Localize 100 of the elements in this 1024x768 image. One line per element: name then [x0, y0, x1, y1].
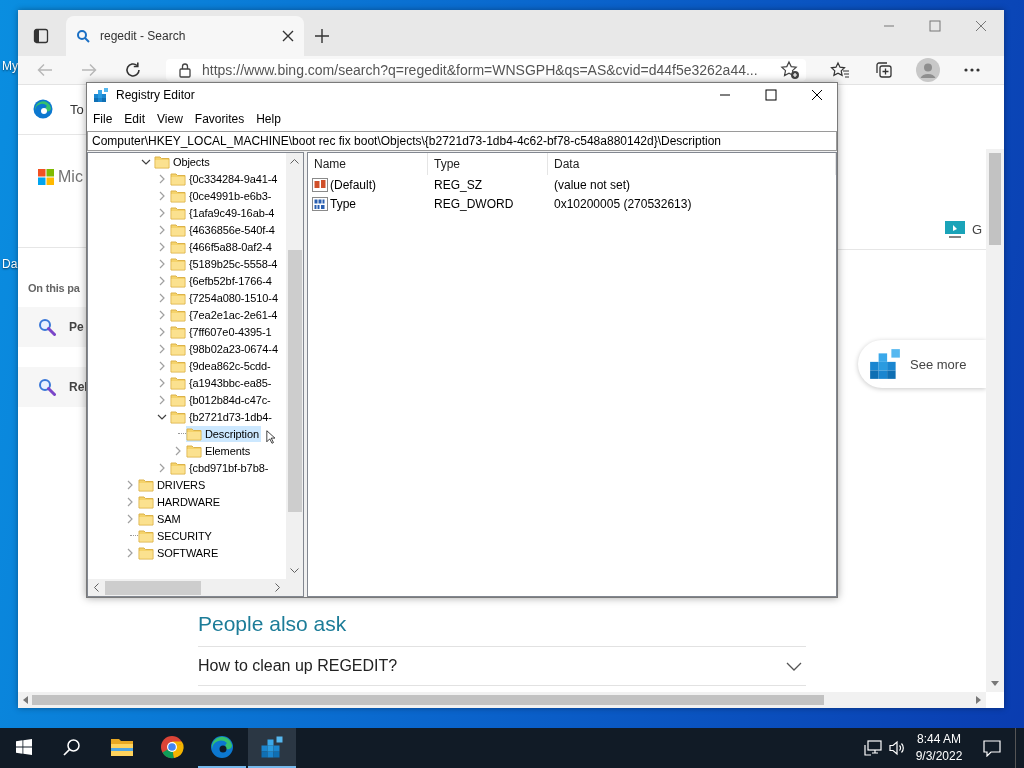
expand-chevron-icon[interactable] — [159, 224, 165, 235]
expand-chevron-icon[interactable] — [127, 496, 133, 507]
scrollbar-thumb[interactable] — [287, 250, 302, 512]
expand-chevron-icon[interactable] — [159, 258, 165, 269]
menu-item[interactable]: View — [151, 112, 189, 126]
collapse-chevron-icon[interactable] — [157, 413, 167, 420]
expand-chevron-icon[interactable] — [159, 292, 165, 303]
scroll-down-icon[interactable] — [290, 568, 299, 573]
back-arrow-icon[interactable] — [36, 61, 54, 79]
tree-item[interactable]: HARDWARE — [138, 493, 222, 510]
menu-item[interactable]: Favorites — [188, 112, 251, 126]
page-link-card[interactable]: Pe — [18, 307, 86, 347]
expand-chevron-icon[interactable] — [127, 547, 133, 558]
expand-chevron-icon[interactable] — [159, 190, 165, 201]
scroll-left-icon[interactable] — [94, 583, 99, 592]
question-item[interactable]: How to clean up REGEDIT? — [198, 646, 806, 686]
browser-tab[interactable]: regedit - Search — [66, 16, 304, 56]
network-icon[interactable] — [864, 740, 882, 756]
tree-item[interactable]: {7254a080-1510-4 — [170, 289, 280, 306]
horizontal-scrollbar[interactable] — [18, 692, 986, 708]
collections-icon[interactable] — [875, 61, 893, 79]
tree-item[interactable]: SAM — [138, 510, 183, 527]
tree-item[interactable]: SECURITY — [138, 527, 214, 544]
tree-item[interactable]: {4636856e-540f-4 — [170, 221, 277, 238]
scroll-right-icon[interactable] — [275, 583, 280, 592]
desktop-icon-label[interactable]: Da — [2, 257, 18, 271]
tree-item[interactable]: {7ea2e1ac-2e61-4 — [170, 306, 280, 323]
tree-item[interactable]: {1afa9c49-16ab-4 — [170, 204, 277, 221]
tree-item[interactable]: {9dea862c-5cdd- — [170, 357, 273, 374]
tree-item[interactable]: Description — [186, 425, 261, 442]
expand-chevron-icon[interactable] — [159, 360, 165, 371]
scroll-right-icon[interactable] — [976, 696, 981, 704]
close-icon[interactable] — [282, 30, 294, 42]
expand-chevron-icon[interactable] — [159, 241, 165, 252]
tree-item[interactable]: {6efb52bf-1766-4 — [170, 272, 274, 289]
menu-item[interactable]: File — [87, 112, 119, 126]
tree-item[interactable]: {98b02a23-0674-4 — [170, 340, 280, 357]
tree-item[interactable]: {7ff607e0-4395-1 — [170, 323, 274, 340]
tree-item[interactable]: Elements — [186, 442, 253, 459]
column-header[interactable]: Name — [308, 153, 428, 175]
menu-item[interactable]: Edit — [118, 112, 152, 126]
expand-chevron-icon[interactable] — [159, 377, 165, 388]
tree-item[interactable]: DRIVERS — [138, 476, 208, 493]
expand-chevron-icon[interactable] — [159, 275, 165, 286]
browser-logo-icon[interactable] — [33, 99, 53, 119]
column-header[interactable]: Data — [548, 153, 836, 175]
expand-chevron-icon[interactable] — [159, 343, 165, 354]
menu-item[interactable]: Help — [250, 112, 287, 126]
value-name[interactable]: Type — [308, 195, 428, 212]
scroll-up-icon[interactable] — [290, 159, 299, 164]
tree-item[interactable]: {0c334284-9a41-4 — [170, 170, 280, 187]
forward-arrow-icon[interactable] — [80, 61, 98, 79]
vertical-scrollbar[interactable] — [286, 153, 303, 579]
windows-start-icon[interactable] — [16, 739, 32, 755]
maximize-icon[interactable] — [765, 89, 777, 101]
scroll-left-icon[interactable] — [23, 696, 28, 704]
column-header[interactable]: Type — [428, 153, 548, 175]
tree-item[interactable]: Objects — [154, 153, 212, 170]
scrollbar-thumb[interactable] — [989, 153, 1001, 245]
close-icon[interactable] — [811, 89, 823, 101]
new-tab-icon[interactable] — [314, 28, 330, 44]
search-icon[interactable] — [63, 738, 81, 756]
tree-item[interactable]: {0ce4991b-e6b3- — [170, 187, 274, 204]
desktop-icon-label[interactable]: My — [2, 59, 18, 73]
star-add-icon[interactable] — [780, 60, 800, 80]
scrollbar-thumb[interactable] — [105, 580, 201, 595]
expand-chevron-icon[interactable] — [159, 326, 165, 337]
tree-item[interactable]: {b012b84d-c47c- — [170, 391, 273, 408]
address-field[interactable]: Computer\HKEY_LOCAL_MACHINE\boot rec fix boot\Objects\{b2721d73-1db4-4c62-bf78-c548a880142d}\Description — [87, 131, 837, 151]
tree-item[interactable]: SOFTWARE — [138, 544, 221, 561]
volume-icon[interactable] — [888, 740, 906, 756]
more-icon[interactable] — [964, 68, 980, 72]
avatar-icon[interactable] — [916, 58, 940, 82]
see-more-button[interactable]: See more — [858, 340, 986, 388]
tree-item[interactable]: {a1943bbc-ea85- — [170, 374, 274, 391]
tree-item[interactable]: {5189b25c-5558-4 — [170, 255, 280, 272]
expand-chevron-icon[interactable] — [127, 513, 133, 524]
tree-item[interactable]: {b2721d73-1db4- — [170, 408, 274, 425]
notification-icon[interactable] — [983, 739, 1001, 757]
expand-chevron-icon[interactable] — [159, 462, 165, 473]
collapse-chevron-icon[interactable] — [141, 158, 151, 165]
tab-actions-icon[interactable] — [33, 28, 49, 44]
expand-chevron-icon[interactable] — [159, 173, 165, 184]
scroll-down-icon[interactable] — [991, 681, 999, 686]
tree-item[interactable]: {466f5a88-0af2-4 — [170, 238, 274, 255]
expand-chevron-icon[interactable] — [175, 445, 181, 456]
side-link[interactable]: G — [972, 221, 983, 237]
clock[interactable]: 8:44 AM 9/3/2022 — [909, 731, 969, 765]
horizontal-scrollbar[interactable] — [88, 579, 286, 596]
expand-chevron-icon[interactable] — [159, 394, 165, 405]
expand-chevron-icon[interactable] — [159, 207, 165, 218]
favorites-icon[interactable] — [830, 61, 850, 79]
refresh-icon[interactable] — [124, 61, 142, 79]
vertical-scrollbar[interactable] — [986, 149, 1004, 692]
tree-item[interactable]: {cbd971bf-b7b8- — [170, 459, 271, 476]
scrollbar-thumb[interactable] — [32, 695, 824, 705]
expand-chevron-icon[interactable] — [127, 479, 133, 490]
address-bar[interactable]: https://www.bing.com/search?q=regedit&form=WNSGPH&qs=AS&cvid=d44f5e3262a44... — [166, 59, 806, 81]
taskbar-app[interactable] — [248, 728, 296, 768]
value-name[interactable]: (Default) — [308, 176, 428, 193]
